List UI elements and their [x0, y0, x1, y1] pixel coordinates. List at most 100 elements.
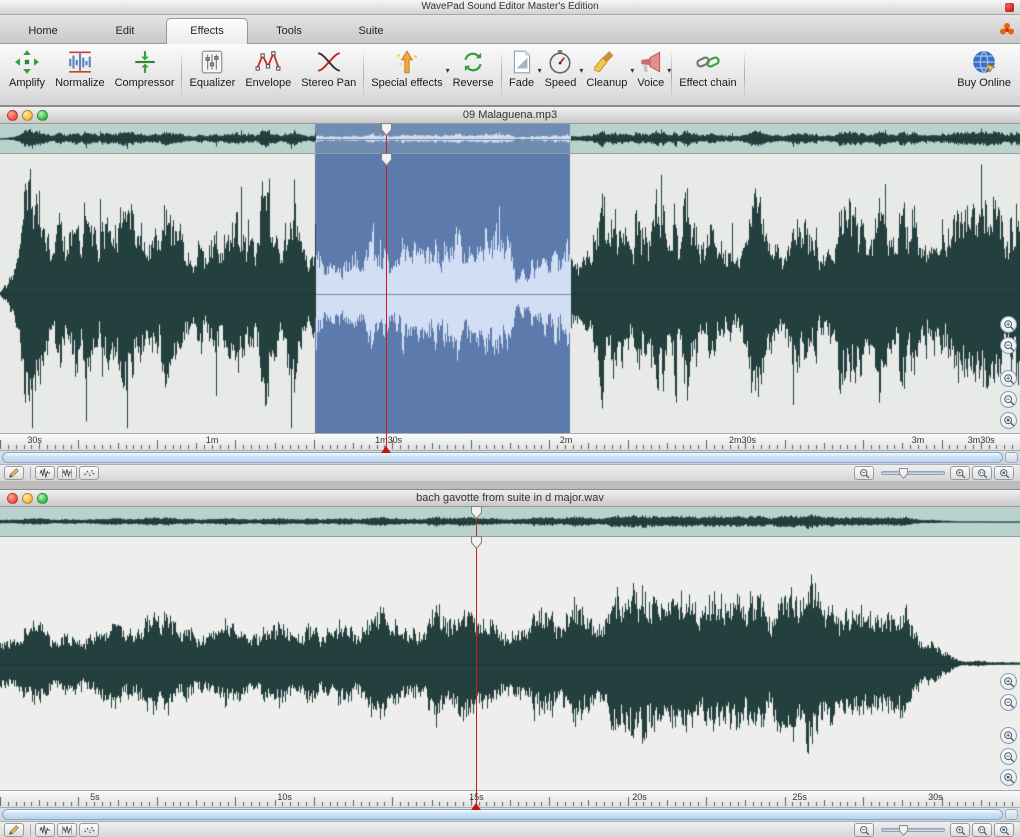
zoom-to-selection-button[interactable] [972, 466, 992, 480]
zoom-slider-track[interactable] [881, 468, 945, 479]
tab-bar: Home Edit Effects Tools Suite [0, 15, 1020, 44]
scrollbar-thumb[interactable] [2, 452, 1003, 463]
main-waveform-canvas[interactable] [0, 537, 1020, 790]
normalize-button[interactable]: Normalize [50, 46, 110, 105]
timeline-ruler[interactable]: 30s 1m 1m30s 2m 2m30s 3m 3m30s [0, 433, 1020, 451]
app-icon [1005, 3, 1014, 12]
zoom-in-icon [955, 468, 966, 479]
select-tool-button[interactable] [35, 823, 55, 837]
sample-view-button[interactable] [79, 823, 99, 837]
timeline-label: 30s [928, 792, 943, 802]
cleanup-button[interactable]: ▾ Cleanup [581, 46, 634, 105]
zoom-in-button[interactable] [1000, 370, 1017, 387]
fade-button[interactable]: ▾ Fade [504, 46, 542, 105]
sample-view-button[interactable] [79, 466, 99, 480]
timeline-ruler[interactable]: 5s10s15s20s25s30s [0, 790, 1020, 808]
zoom-slider-track[interactable] [881, 825, 945, 836]
zoom-out-icon [1003, 394, 1015, 406]
slider-zoom-in-button[interactable] [950, 823, 970, 837]
special-effects-button[interactable]: ▾ Special effects [366, 46, 450, 105]
zoom-full-button[interactable] [1000, 412, 1017, 429]
cursor-handle-main[interactable] [471, 536, 483, 549]
tab-suite[interactable]: Suite [330, 19, 412, 43]
overview-waveform-canvas[interactable] [0, 124, 1020, 153]
toolbar-separator [500, 50, 502, 101]
zoom-all-button[interactable] [994, 823, 1014, 837]
envelope-button[interactable]: Envelope [240, 46, 296, 105]
sample-grid-icon [83, 467, 95, 479]
playhead-cursor[interactable] [380, 123, 392, 453]
scrollbar-thumb[interactable] [2, 809, 1003, 820]
overview-waveform-canvas[interactable] [0, 507, 1020, 536]
zoom-in-icon [1003, 730, 1015, 742]
draw-tool-button[interactable] [4, 823, 24, 837]
stereo-pan-button[interactable]: Stereo Pan [296, 46, 361, 105]
vertical-zoom-out-button[interactable] [1000, 337, 1017, 354]
slider-zoom-in-button[interactable] [950, 466, 970, 480]
zoom-selection-icon [977, 825, 988, 836]
zoom-button[interactable] [37, 493, 48, 504]
playhead-cursor[interactable] [471, 506, 483, 810]
window-titlebar[interactable]: bach gavotte from suite in d major.wav [0, 490, 1020, 507]
zoom-button[interactable] [37, 110, 48, 121]
close-button[interactable] [7, 110, 18, 121]
effect-chain-button[interactable]: Effect chain [674, 46, 741, 105]
tab-tools[interactable]: Tools [248, 19, 330, 43]
zoom-full-button[interactable] [1000, 769, 1017, 786]
close-button[interactable] [7, 493, 18, 504]
zoom-in-icon [955, 825, 966, 836]
waveform-view[interactable] [0, 537, 1020, 790]
tab-home[interactable]: Home [2, 19, 84, 43]
compressor-button[interactable]: Compressor [110, 46, 180, 105]
timeline-label: 10s [277, 792, 292, 802]
cursor-handle-overview[interactable] [380, 123, 392, 136]
toolbar-button-label: Special effects [371, 77, 443, 89]
draw-tool-button[interactable] [4, 466, 24, 480]
window-titlebar[interactable]: 09 Malaguena.mp3 [0, 107, 1020, 124]
zoom-out-button[interactable] [1000, 391, 1017, 408]
horizontal-scrollbar[interactable] [0, 451, 1020, 465]
overview-strip[interactable] [0, 507, 1020, 537]
minimize-button[interactable] [22, 493, 33, 504]
zoom-slider [854, 823, 1016, 837]
select-tool-button[interactable] [35, 466, 55, 480]
zoom-to-selection-button[interactable] [972, 823, 992, 837]
zoom-slider-thumb[interactable] [898, 468, 908, 479]
zoom-in-button[interactable] [1000, 727, 1017, 744]
scrub-tool-button[interactable] [57, 823, 77, 837]
scrub-tool-button[interactable] [57, 466, 77, 480]
zoom-out-button[interactable] [1000, 748, 1017, 765]
waveform-view[interactable] [0, 154, 1020, 433]
zoom-all-button[interactable] [994, 466, 1014, 480]
slider-zoom-out-button[interactable] [854, 466, 874, 480]
minimize-button[interactable] [22, 110, 33, 121]
zoom-slider-thumb[interactable] [898, 825, 908, 836]
cursor-triangle[interactable] [380, 446, 391, 453]
voice-button[interactable]: ▾ Voice [632, 46, 671, 105]
vertical-zoom-in-button[interactable] [1000, 316, 1017, 333]
tab-effects[interactable]: Effects [166, 18, 248, 44]
main-waveform-canvas[interactable] [0, 154, 1020, 433]
horizontal-scrollbar[interactable] [0, 808, 1020, 822]
overview-strip[interactable] [0, 124, 1020, 154]
slider-zoom-out-button[interactable] [854, 823, 874, 837]
equalizer-button[interactable]: Equalizer [184, 46, 240, 105]
tab-edit[interactable]: Edit [84, 19, 166, 43]
cursor-triangle[interactable] [471, 803, 482, 810]
zoom-in-icon [1003, 676, 1015, 688]
cursor-handle-main[interactable] [380, 153, 392, 166]
amplify-button[interactable]: Amplify [4, 46, 50, 105]
cursor-handle-overview[interactable] [471, 506, 483, 519]
speed-button[interactable]: ▾ Speed [540, 46, 583, 105]
zoom-out-icon [859, 468, 870, 479]
document-window-bach-gavotte: bach gavotte from suite in d major.wav 5… [0, 489, 1020, 837]
special-effects-icon [394, 49, 420, 75]
reverse-button[interactable]: Reverse [448, 46, 499, 105]
reverse-icon [460, 49, 486, 75]
zoom-out-icon [1003, 697, 1015, 709]
buy-online-button[interactable]: Buy Online [952, 46, 1016, 105]
toolbar-button-label: Speed [544, 77, 577, 89]
vertical-zoom-out-button[interactable] [1000, 694, 1017, 711]
vertical-zoom-in-button[interactable] [1000, 673, 1017, 690]
speed-icon [547, 49, 573, 75]
